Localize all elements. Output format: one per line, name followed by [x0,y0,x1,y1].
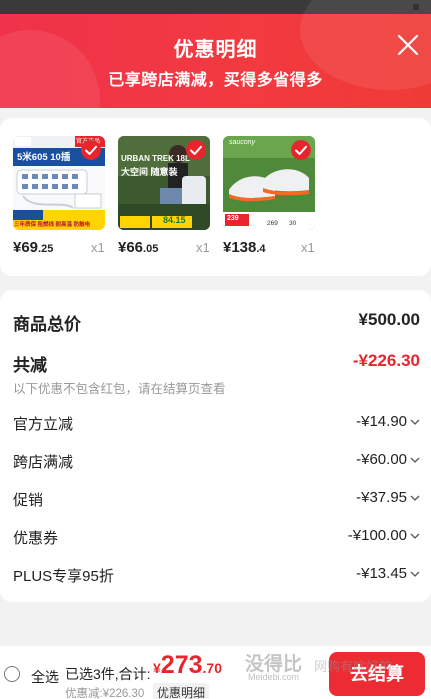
product-image-price: 269 [267,220,278,227]
discount-item-label: 促销 [13,492,44,509]
product-image: 5米605 10插 官方正品 三年质保 阻燃线 耐高温 防触电 [13,136,105,230]
product-quantity: x1 [301,240,315,255]
header: 优惠明细 已享跨店满减，买得多省得多 [0,0,431,108]
discount-item-value: -¥14.90 [356,413,420,430]
discount-note: 以下优惠不包含红包，请在结算页查看 [13,382,226,396]
discount-detail-panel: 商品总价 ¥500.00 共减 -¥226.30 以下优惠不包含红包，请在结算页… [0,290,431,602]
total-price: ¥273.70 [153,651,222,679]
select-all-label[interactable]: 全选 [31,667,59,687]
product-image-price: 239 [227,215,239,222]
page-title: 优惠明细 [173,39,258,61]
product-image: saucony 239 269 30 [223,136,315,230]
product-image-brand: saucony [229,139,256,146]
product-image-caption: 大空间 随意装 [121,167,178,177]
watermark-domain: Meidebi.com [248,672,300,682]
saved-amount: 优惠减:¥226.30 [65,688,145,699]
product-quantity: x1 [91,240,105,255]
discount-item-label: 优惠券 [13,530,59,547]
product-price: ¥69.25 [13,239,54,256]
checkmark-icon[interactable] [291,140,311,160]
product-list: 5米605 10插 官方正品 三年质保 阻燃线 耐高温 防触电 ¥69.25 x… [0,118,431,276]
chevron-down-icon [410,571,420,577]
watermark-extra: 网购有啥好的 [314,659,393,674]
product-image-caption: 三年质保 阻燃线 耐高温 防触电 [14,222,91,228]
product-item[interactable]: saucony 239 269 30 ¥138.4 x1 [223,136,315,256]
discount-item-value: -¥37.95 [356,489,420,506]
product-image-text: 5米605 10插 [17,152,71,163]
discount-item-value: -¥13.45 [356,565,420,582]
product-image-text: URBAN TREK 18L [121,154,190,163]
chevron-down-icon [410,495,420,501]
selected-count-label: 已选3件,合计: [65,666,151,682]
product-image: URBAN TREK 18L 大空间 随意装 84.15 [118,136,210,230]
checkmark-icon[interactable] [186,140,206,160]
discount-item-value: -¥100.00 [348,527,420,544]
total-discount-value: -¥226.30 [352,351,420,370]
product-price: ¥138.4 [223,239,266,256]
goods-total-label: 商品总价 [13,315,81,334]
product-item[interactable]: URBAN TREK 18L 大空间 随意装 84.15 ¥66.05 x1 [118,136,210,256]
page-subtitle: 已享跨店满减，买得多省得多 [108,72,323,89]
checkmark-icon[interactable] [81,140,101,160]
product-item[interactable]: 5米605 10插 官方正品 三年质保 阻燃线 耐高温 防触电 ¥69.25 x… [13,136,105,256]
product-image-price: 30 [289,220,297,227]
discount-detail-button[interactable]: 优惠明细 [153,683,210,699]
discount-item-label: 官方立减 [13,416,74,433]
discount-item-label: 跨店满减 [13,454,74,471]
chevron-down-icon [410,533,420,539]
chevron-down-icon [410,419,420,425]
close-icon[interactable] [395,32,421,58]
product-quantity: x1 [196,240,210,255]
total-discount-label: 共减 [13,356,47,375]
goods-total-value: ¥500.00 [358,310,420,329]
discount-item-label: PLUS专享95折 [13,568,114,585]
chevron-down-icon [410,457,420,463]
select-all-radio[interactable] [4,666,20,682]
discount-item-value: -¥60.00 [356,451,420,468]
product-price: ¥66.05 [118,239,159,256]
product-image-price: 84.15 [163,215,186,225]
